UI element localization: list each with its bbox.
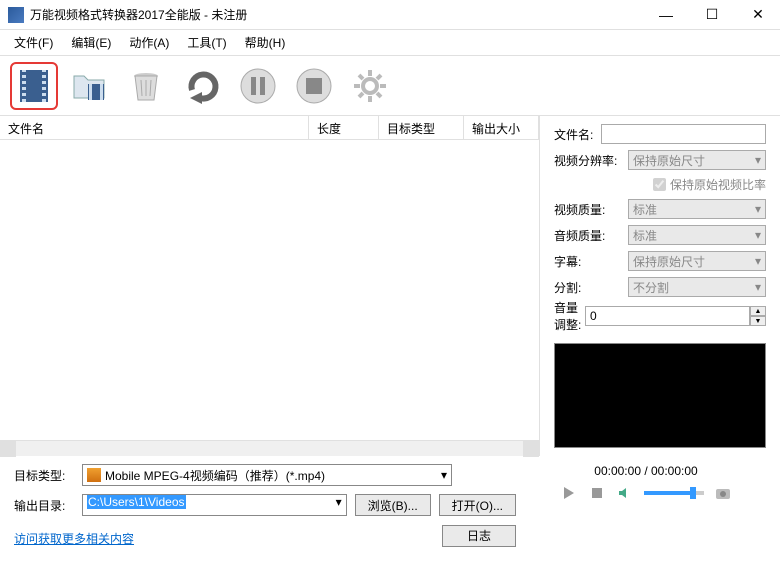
volume-down-button[interactable]: ▼ (750, 316, 766, 326)
horizontal-scrollbar[interactable] (0, 440, 539, 456)
resolution-select[interactable]: 保持原始尺寸 (628, 150, 766, 170)
volume-up-button[interactable]: ▲ (750, 306, 766, 316)
gear-icon (350, 66, 390, 106)
add-folder-button[interactable] (66, 62, 114, 110)
resolution-value: 保持原始尺寸 (633, 152, 705, 169)
target-type-value: Mobile MPEG-4视频编码（推荐）(*.mp4) (105, 467, 325, 484)
audio-quality-label: 音频质量: (554, 227, 628, 244)
output-dir-label: 输出目录: (14, 497, 74, 514)
trash-icon (126, 66, 166, 106)
convert-arrow-icon (182, 66, 222, 106)
window-title: 万能视频格式转换器2017全能版 - 未注册 (30, 6, 652, 23)
col-target-type[interactable]: 目标类型 (379, 116, 464, 139)
settings-button[interactable] (346, 62, 394, 110)
output-dir-input[interactable]: C:\Users\1\Videos (82, 494, 347, 516)
player-stop-button[interactable] (588, 484, 606, 502)
audio-quality-select[interactable]: 标准 (628, 225, 766, 245)
keep-ratio-label: 保持原始视频比率 (670, 176, 766, 193)
video-quality-label: 视频质量: (554, 201, 628, 218)
volume-slider[interactable] (644, 491, 704, 495)
stop-small-icon (591, 487, 603, 499)
camera-icon (715, 486, 731, 500)
folder-film-icon (70, 66, 110, 106)
close-button[interactable]: ✕ (744, 5, 772, 25)
subtitle-label: 字幕: (554, 253, 628, 270)
app-icon (8, 7, 24, 23)
add-file-button[interactable] (10, 62, 58, 110)
video-quality-value: 标准 (633, 201, 657, 218)
filename-input[interactable] (601, 124, 766, 144)
split-value: 不分割 (633, 279, 669, 296)
time-display: 00:00:00 / 00:00:00 (594, 464, 697, 478)
file-list-header: 文件名 长度 目标类型 输出大小 (0, 116, 539, 140)
col-length[interactable]: 长度 (309, 116, 379, 139)
snapshot-button[interactable] (714, 484, 732, 502)
split-select[interactable]: 不分割 (628, 277, 766, 297)
pause-icon (238, 66, 278, 106)
menu-help[interactable]: 帮助(H) (239, 31, 292, 54)
play-icon (562, 486, 576, 500)
video-preview (554, 343, 766, 448)
minimize-button[interactable]: — (652, 5, 680, 25)
audio-quality-value: 标准 (633, 227, 657, 244)
speaker-icon (618, 486, 632, 500)
stop-button[interactable] (290, 62, 338, 110)
more-content-link[interactable]: 访问获取更多相关内容 (14, 530, 134, 547)
film-icon (14, 66, 54, 106)
target-type-label: 目标类型: (14, 467, 74, 484)
split-label: 分割: (554, 279, 628, 296)
delete-button[interactable] (122, 62, 170, 110)
file-list-body[interactable] (0, 140, 539, 440)
subtitle-select[interactable]: 保持原始尺寸 (628, 251, 766, 271)
menu-file[interactable]: 文件(F) (8, 31, 59, 54)
play-button[interactable] (560, 484, 578, 502)
menu-tools[interactable]: 工具(T) (181, 31, 232, 54)
resolution-label: 视频分辨率: (554, 152, 628, 169)
menu-edit[interactable]: 编辑(E) (65, 31, 117, 54)
log-button[interactable]: 日志 (442, 525, 516, 547)
output-dir-value: C:\Users\1\Videos (87, 495, 186, 509)
subtitle-value: 保持原始尺寸 (633, 253, 705, 270)
keep-ratio-checkbox[interactable] (653, 178, 666, 191)
video-quality-select[interactable]: 标准 (628, 199, 766, 219)
target-type-combo[interactable]: Mobile MPEG-4视频编码（推荐）(*.mp4) (82, 464, 452, 486)
open-button[interactable]: 打开(O)... (439, 494, 516, 516)
volume-icon-button[interactable] (616, 484, 634, 502)
pause-button[interactable] (234, 62, 282, 110)
volume-input[interactable] (585, 306, 750, 326)
menu-action[interactable]: 动作(A) (123, 31, 175, 54)
format-icon (87, 468, 101, 482)
col-output-size[interactable]: 输出大小 (464, 116, 539, 139)
col-filename[interactable]: 文件名 (0, 116, 309, 139)
maximize-button[interactable]: ☐ (698, 5, 726, 25)
convert-button[interactable] (178, 62, 226, 110)
filename-label: 文件名: (554, 126, 601, 143)
stop-icon (294, 66, 334, 106)
browse-button[interactable]: 浏览(B)... (355, 494, 431, 516)
volume-label: 音量调整: (554, 299, 585, 333)
